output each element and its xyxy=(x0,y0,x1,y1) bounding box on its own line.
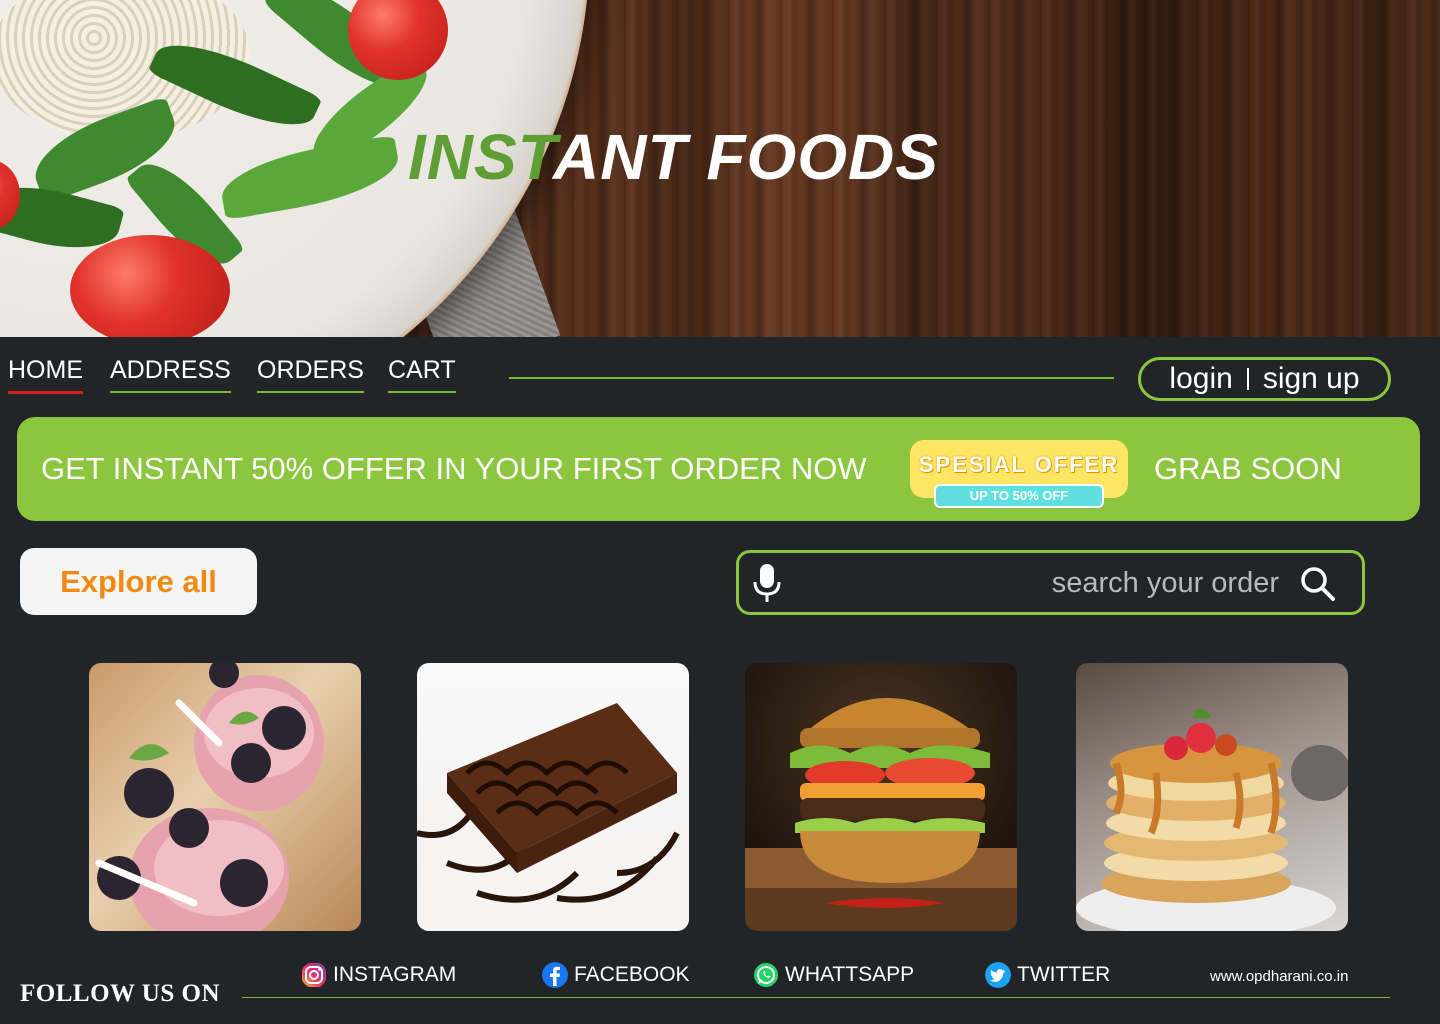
login-button[interactable]: login xyxy=(1169,362,1232,396)
signup-button[interactable]: sign up xyxy=(1263,362,1360,396)
site-title-main: ANT FOODS xyxy=(553,121,939,193)
site-title: INSTANT FOODS xyxy=(408,120,939,194)
smoothie-image[interactable] xyxy=(89,663,361,931)
whatsapp-icon xyxy=(754,963,778,987)
twitter-link[interactable]: TWITTER xyxy=(985,962,1110,988)
facebook-label: FACEBOOK xyxy=(574,963,690,986)
nav-address[interactable]: ADDRESS xyxy=(110,356,231,393)
instagram-link[interactable]: INSTAGRAM xyxy=(301,962,456,988)
instagram-icon xyxy=(302,963,326,987)
nav-orders[interactable]: ORDERS xyxy=(257,356,364,393)
burger-illustration xyxy=(745,698,1017,931)
brownie-illustration xyxy=(417,703,689,931)
twitter-label: TWITTER xyxy=(1017,963,1111,986)
hero-banner: INSTANT FOODS xyxy=(0,0,1440,337)
tomato-decoration xyxy=(70,235,230,337)
search-input[interactable] xyxy=(799,561,1279,605)
pancakes-illustration xyxy=(1076,708,1348,931)
nav-home[interactable]: HOME xyxy=(8,356,83,394)
nav-cart[interactable]: CART xyxy=(388,356,456,393)
special-offer-badge: SPESIAL OFFER UP TO 50% OFF xyxy=(910,440,1128,508)
microphone-icon[interactable] xyxy=(751,562,783,604)
promo-text: GET INSTANT 50% OFFER IN YOUR FIRST ORDE… xyxy=(41,451,867,486)
badge-title: SPESIAL OFFER xyxy=(918,452,1120,477)
auth-separator xyxy=(1246,368,1249,390)
promo-banner: GET INSTANT 50% OFFER IN YOUR FIRST ORDE… xyxy=(17,417,1420,521)
whatsapp-link[interactable]: WHATTSAPP xyxy=(753,962,914,988)
website-link[interactable]: www.opdharani.co.in xyxy=(1210,968,1348,985)
whatsapp-label: WHATTSAPP xyxy=(785,963,915,986)
explore-all-button[interactable]: Explore all xyxy=(20,548,257,615)
grab-soon-text: GRAB SOON xyxy=(1154,451,1342,486)
badge-subtitle: UP TO 50% OFF xyxy=(934,484,1104,508)
nav-divider xyxy=(509,377,1114,379)
search-icon[interactable] xyxy=(1299,565,1337,603)
smoothie-illustration xyxy=(95,663,324,931)
follow-us-heading: FOLLOW US ON xyxy=(20,980,221,1007)
twitter-icon xyxy=(985,962,1011,988)
burger-image[interactable] xyxy=(745,663,1017,931)
search-bar xyxy=(736,550,1365,615)
auth-pill: login sign up xyxy=(1138,357,1391,401)
footer-divider xyxy=(242,997,1390,998)
instagram-label: INSTAGRAM xyxy=(333,963,457,986)
facebook-link[interactable]: FACEBOOK xyxy=(542,962,690,988)
pancakes-image[interactable] xyxy=(1076,663,1348,931)
brownie-image[interactable] xyxy=(417,663,689,931)
site-title-accent: INST xyxy=(408,121,554,193)
facebook-icon xyxy=(542,962,568,988)
